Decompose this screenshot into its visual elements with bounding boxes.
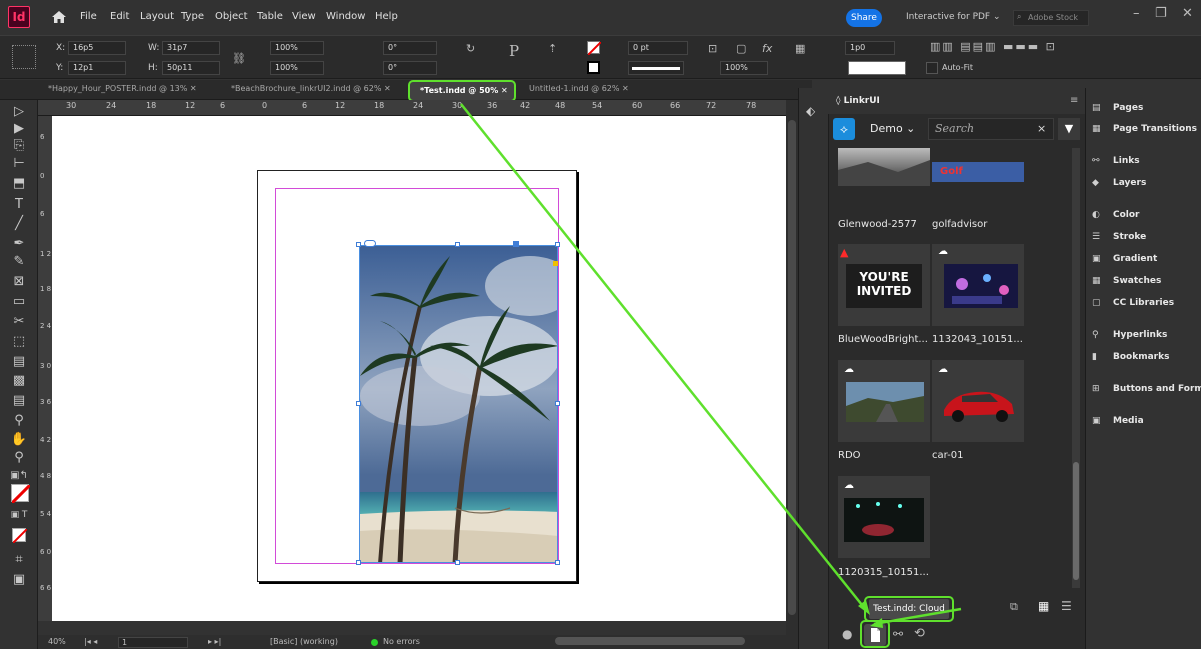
annotation-arrow — [460, 103, 962, 628]
